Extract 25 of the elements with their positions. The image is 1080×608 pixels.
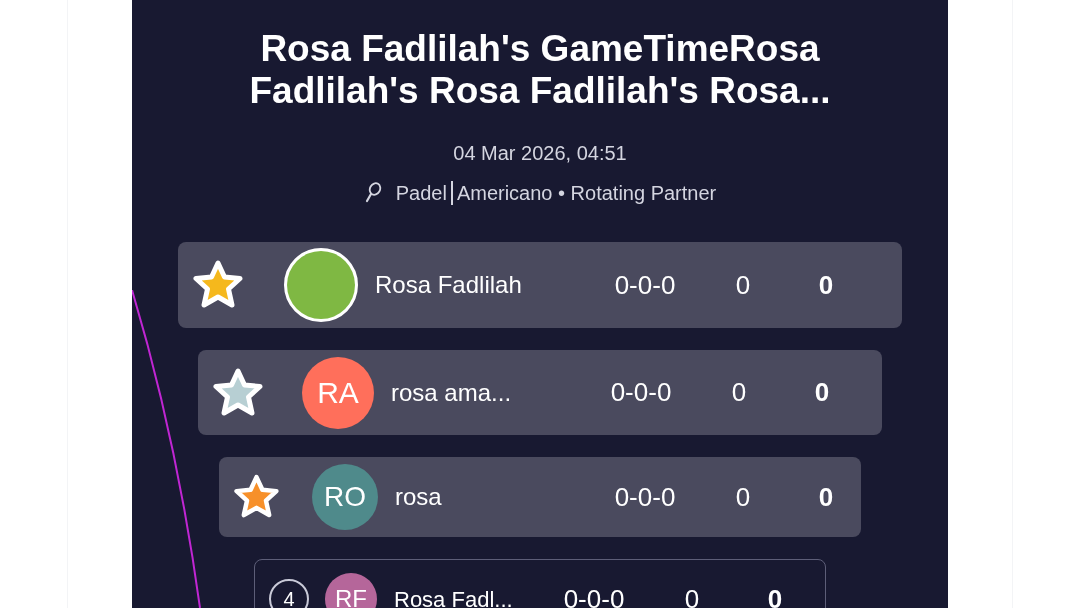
page-title: Rosa Fadlilah's GameTimeRosa Fadlilah's Rosa Fadlilah's Rosa...	[248, 28, 832, 112]
points: 0	[817, 268, 835, 302]
player-name: Rosa Fadlilah	[375, 270, 523, 300]
rank-number: 4	[269, 579, 309, 608]
points: 0	[766, 582, 784, 608]
points: 0	[813, 376, 831, 409]
record: 0-0-0	[562, 582, 626, 608]
score: 0	[734, 268, 752, 302]
record: 0-0-0	[613, 268, 677, 302]
points: 0	[817, 480, 835, 514]
player-name: Rosa Fadl...	[394, 585, 514, 608]
avatar: RA	[302, 356, 374, 429]
date-time: 04 Mar 2026, 04:51	[453, 141, 627, 166]
record: 0-0-0	[613, 480, 677, 514]
player-name: rosa ama...	[391, 377, 513, 408]
racket-icon	[363, 182, 382, 204]
format-label: Americano • Rotating Partner	[456, 181, 717, 206]
score: 0	[683, 582, 701, 608]
sport-label: Padel	[395, 181, 447, 206]
score: 0	[734, 480, 752, 514]
player-name: rosa	[395, 482, 443, 512]
avatar: RF	[325, 573, 377, 608]
avatar: RO	[312, 464, 378, 530]
score: 0	[730, 376, 748, 409]
record: 0-0-0	[609, 376, 673, 409]
